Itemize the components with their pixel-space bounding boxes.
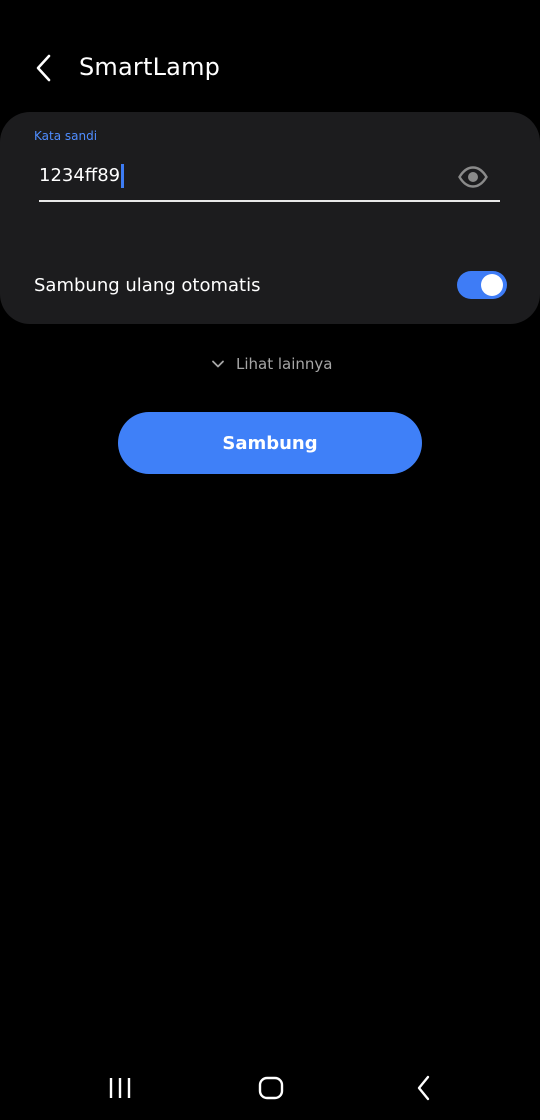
page-title: SmartLamp [79,53,221,81]
chevron-down-icon [210,356,226,372]
auto-reconnect-row[interactable]: Sambung ulang otomatis [0,262,540,310]
system-back-button[interactable] [402,1072,446,1104]
recent-apps-button[interactable] [98,1072,142,1104]
home-icon [258,1076,284,1100]
password-field[interactable]: 1234ff89 [39,156,500,202]
chevron-left-icon [36,54,51,82]
password-input[interactable]: 1234ff89 [39,164,125,188]
back-button[interactable] [26,48,62,88]
home-button[interactable] [249,1072,293,1104]
password-value: 1234ff89 [39,165,121,186]
toggle-password-visibility-button[interactable] [455,162,491,192]
text-caret [121,164,125,188]
more-options-label: Lihat lainnya [236,355,333,373]
more-options-button[interactable]: Lihat lainnya [210,352,332,376]
system-nav-bar [0,1060,540,1120]
eye-icon [458,166,488,188]
connect-button[interactable]: Sambung [118,412,422,474]
switch-knob [481,274,503,296]
auto-reconnect-label: Sambung ulang otomatis [34,275,261,296]
app-bar: SmartLamp [0,0,540,130]
auto-reconnect-switch[interactable] [457,271,507,299]
back-icon [417,1075,430,1101]
password-underline [39,200,500,202]
recent-apps-icon [109,1078,131,1098]
password-label: Kata sandi [34,129,98,143]
